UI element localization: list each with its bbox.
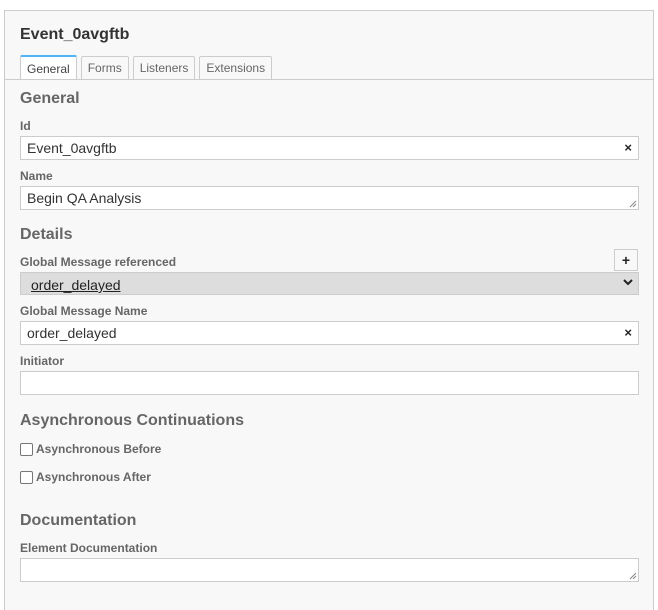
global-message-name-input[interactable]: order_delayed × (20, 321, 639, 345)
group-title-general: General (20, 90, 80, 107)
group-documentation: Documentation Element Documentation (5, 502, 653, 610)
name-label: Name (20, 169, 53, 183)
clear-id-button[interactable]: × (624, 137, 632, 159)
async-after-row: Asynchronous After (20, 469, 151, 484)
panel-title: Event_0avgftb (20, 26, 130, 43)
element-documentation-label: Element Documentation (20, 541, 158, 555)
chevron-down-icon (623, 279, 633, 286)
group-title-documentation: Documentation (20, 512, 137, 529)
tab-listeners[interactable]: Listeners (132, 56, 196, 79)
group-title-details: Details (20, 226, 73, 243)
resize-grip-icon[interactable] (629, 572, 637, 580)
add-global-message-button[interactable]: + (614, 249, 638, 271)
async-before-label: Asynchronous Before (36, 441, 162, 456)
name-textarea[interactable]: Begin QA Analysis (20, 186, 639, 210)
global-message-name-value: order_delayed (27, 325, 117, 341)
tab-bar: General Forms Listeners Extensions (20, 54, 273, 81)
global-message-label: Global Message referenced (20, 255, 177, 269)
tab-extensions[interactable]: Extensions (199, 56, 273, 79)
group-async: Asynchronous Continuations Asynchronous … (5, 402, 653, 503)
id-input[interactable]: Event_0avgftb × (20, 136, 639, 160)
global-message-selected: order_delayed (31, 277, 121, 293)
group-title-async: Asynchronous Continuations (20, 412, 244, 429)
group-general: General Id Event_0avgftb × Name Begin QA… (5, 80, 653, 217)
async-after-label: Asynchronous After (36, 469, 151, 484)
id-input-value: Event_0avgftb (27, 140, 117, 156)
tab-general[interactable]: General (20, 55, 77, 81)
properties-panel: Event_0avgftb General Forms Listeners Ex… (4, 10, 654, 610)
panel-header: Event_0avgftb General Forms Listeners Ex… (5, 11, 653, 81)
async-after-checkbox[interactable] (20, 471, 33, 484)
clear-global-message-name-button[interactable]: × (624, 322, 632, 344)
name-textarea-value: Begin QA Analysis (27, 190, 142, 206)
global-message-name-label: Global Message Name (20, 304, 148, 318)
initiator-input[interactable] (20, 371, 639, 395)
id-label: Id (20, 119, 31, 133)
group-details: Details Global Message referenced + orde… (5, 216, 653, 403)
async-before-checkbox[interactable] (20, 443, 33, 456)
initiator-label: Initiator (20, 354, 64, 368)
resize-grip-icon[interactable] (629, 200, 637, 208)
tab-forms[interactable]: Forms (80, 56, 129, 79)
async-before-row: Asynchronous Before (20, 441, 161, 456)
element-documentation-textarea[interactable] (20, 558, 639, 582)
global-message-select[interactable]: order_delayed (20, 272, 639, 295)
